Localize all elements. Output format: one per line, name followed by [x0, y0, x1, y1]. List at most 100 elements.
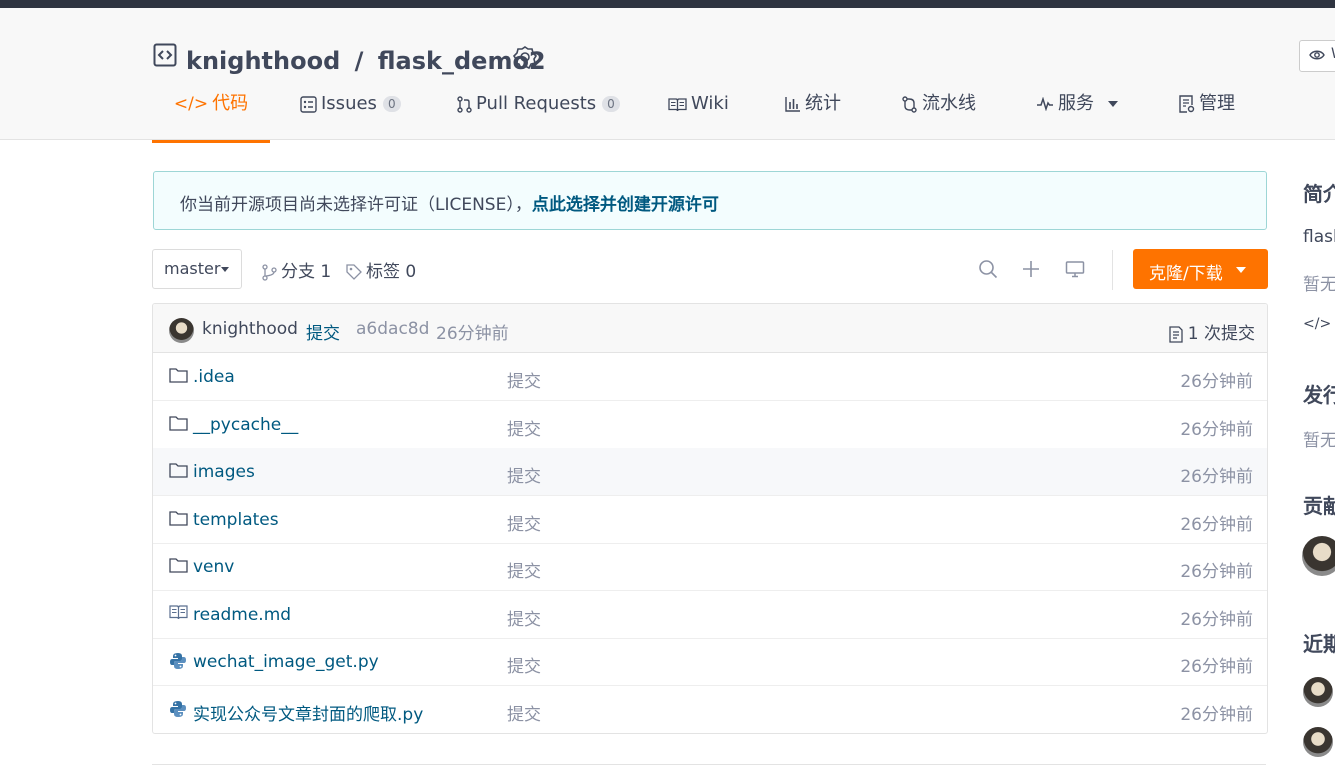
- watch-label: W: [1331, 46, 1335, 62]
- pulse-icon: [1037, 97, 1053, 111]
- file-name[interactable]: venv: [193, 557, 234, 577]
- chevron-down-icon: [1236, 267, 1246, 273]
- manage-icon: [1179, 95, 1195, 113]
- file-commit-message[interactable]: 提交: [507, 700, 541, 725]
- branches-label: 分支 1: [281, 262, 332, 282]
- file-row[interactable]: images 提交 26分钟前: [153, 448, 1267, 496]
- folder-icon: [169, 416, 188, 431]
- avatar[interactable]: [1303, 677, 1333, 707]
- repo-separator: /: [354, 47, 364, 75]
- file-commit-message[interactable]: 提交: [507, 510, 541, 535]
- latest-commit-bar: knighthood 提交 a6dac8d 26分钟前 1 次提交: [153, 304, 1267, 353]
- sidebar-intro-text: flask: [1303, 227, 1335, 247]
- repo-owner-link[interactable]: knighthood: [186, 47, 340, 75]
- tab-statistics[interactable]: 统计: [785, 88, 841, 140]
- tab-services[interactable]: 服务: [1036, 88, 1118, 140]
- file-row[interactable]: wechat_image_get.py 提交 26分钟前: [153, 638, 1267, 686]
- tab-manage[interactable]: 管理: [1179, 88, 1235, 140]
- commits-icon: [1169, 325, 1183, 343]
- file-row[interactable]: 实现公众号文章封面的爬取.py 提交 26分钟前: [153, 686, 1267, 733]
- tab-wiki[interactable]: Wiki: [668, 88, 729, 140]
- tab-services-label: 服务: [1058, 93, 1094, 114]
- file-commit-time: 26分钟前: [1180, 467, 1253, 487]
- tab-pull-requests[interactable]: Pull Requests 0: [457, 88, 620, 140]
- file-name[interactable]: wechat_image_get.py: [193, 652, 379, 672]
- web-ide-icon[interactable]: [1065, 259, 1085, 279]
- file-commit-time: 26分钟前: [1180, 515, 1253, 535]
- clone-download-button[interactable]: 克隆/下载: [1133, 249, 1268, 289]
- tab-issues-label: Issues: [321, 93, 377, 114]
- python-file-icon: [170, 701, 186, 717]
- tab-issues[interactable]: Issues 0: [300, 88, 401, 140]
- watch-button[interactable]: W: [1299, 40, 1335, 72]
- tags-link[interactable]: 标签 0: [346, 257, 416, 282]
- file-commit-message[interactable]: 提交: [507, 367, 541, 392]
- file-name[interactable]: .idea: [193, 367, 235, 387]
- tab-code[interactable]: </> 代码: [152, 88, 270, 143]
- file-commit-message[interactable]: 提交: [507, 462, 541, 487]
- license-notice: 你当前开源项目尚未选择许可证（LICENSE），点此选择并创建开源许可: [153, 171, 1267, 230]
- issues-count-badge: 0: [382, 96, 401, 112]
- sidebar-contributors-title: 贡献: [1303, 494, 1335, 518]
- file-commit-message[interactable]: 提交: [507, 652, 541, 677]
- file-commit-time: 26分钟前: [1180, 705, 1253, 725]
- sidebar-intro-title: 简介: [1303, 182, 1335, 206]
- tag-icon: [346, 264, 362, 280]
- file-commit-time: 26分钟前: [1180, 610, 1253, 630]
- pull-requests-count-badge: 0: [602, 96, 620, 112]
- sidebar-release-title: 发行: [1303, 383, 1335, 407]
- tab-pull-requests-label: Pull Requests: [476, 93, 597, 114]
- top-navbar: [0, 0, 1335, 8]
- file-name[interactable]: __pycache__: [193, 415, 298, 435]
- file-row[interactable]: venv 提交 26分钟前: [153, 543, 1267, 591]
- file-commit-message[interactable]: 提交: [507, 415, 541, 440]
- file-row[interactable]: readme.md 提交 26分钟前: [153, 591, 1267, 639]
- avatar[interactable]: [1303, 727, 1333, 757]
- folder-icon: [169, 558, 188, 573]
- pipeline-icon: [902, 95, 917, 113]
- commit-author[interactable]: knighthood: [202, 319, 298, 339]
- tab-wiki-label: Wiki: [691, 93, 729, 114]
- file-name[interactable]: 实现公众号文章封面的爬取.py: [193, 700, 423, 725]
- tab-pipeline[interactable]: 流水线: [901, 88, 976, 140]
- avatar[interactable]: [1302, 536, 1335, 576]
- eye-icon: [1309, 50, 1325, 60]
- pull-request-icon: [457, 95, 472, 113]
- branch-select-value: master: [164, 259, 221, 278]
- sidebar-intro-empty: 暂无: [1303, 275, 1335, 295]
- file-name[interactable]: readme.md: [193, 605, 291, 625]
- repo-title: knighthood / flask_demo2: [186, 46, 546, 76]
- file-commit-time: 26分钟前: [1180, 562, 1253, 582]
- commit-sha[interactable]: a6dac8d: [356, 319, 429, 339]
- commit-message[interactable]: 提交: [306, 319, 340, 344]
- chevron-down-icon: [221, 267, 229, 272]
- file-commit-time: 26分钟前: [1180, 372, 1253, 392]
- bar-chart-icon: [785, 97, 800, 112]
- issues-icon: [300, 95, 317, 113]
- file-row[interactable]: __pycache__ 提交 26分钟前: [153, 401, 1267, 449]
- commit-count-link[interactable]: 1 次提交: [1169, 319, 1255, 344]
- file-row[interactable]: .idea 提交 26分钟前: [153, 353, 1267, 401]
- sidebar-release-empty: 暂无: [1303, 431, 1335, 451]
- tab-manage-label: 管理: [1199, 93, 1235, 114]
- code-icon: </>: [173, 94, 209, 114]
- section-divider: [152, 764, 1266, 765]
- file-commit-message[interactable]: 提交: [507, 605, 541, 630]
- recommend-badge-icon[interactable]: [512, 44, 538, 74]
- plus-icon[interactable]: [1021, 259, 1041, 279]
- commit-count: 1 次提交: [1187, 324, 1255, 344]
- branch-select[interactable]: master: [152, 249, 242, 289]
- file-row[interactable]: templates 提交 26分钟前: [153, 496, 1267, 544]
- create-license-link[interactable]: 点此选择并创建开源许可: [532, 195, 719, 215]
- tab-pipeline-label: 流水线: [922, 93, 976, 114]
- file-commit-message[interactable]: 提交: [507, 557, 541, 582]
- tab-code-label: 代码: [212, 93, 249, 114]
- file-name[interactable]: templates: [193, 510, 279, 530]
- commit-time: 26分钟前: [436, 324, 509, 344]
- avatar[interactable]: [169, 318, 194, 343]
- search-icon[interactable]: [978, 259, 998, 279]
- file-name[interactable]: images: [193, 462, 255, 482]
- file-commit-time: 26分钟前: [1180, 420, 1253, 440]
- branches-link[interactable]: 分支 1: [262, 257, 331, 282]
- tags-label: 标签 0: [366, 262, 417, 282]
